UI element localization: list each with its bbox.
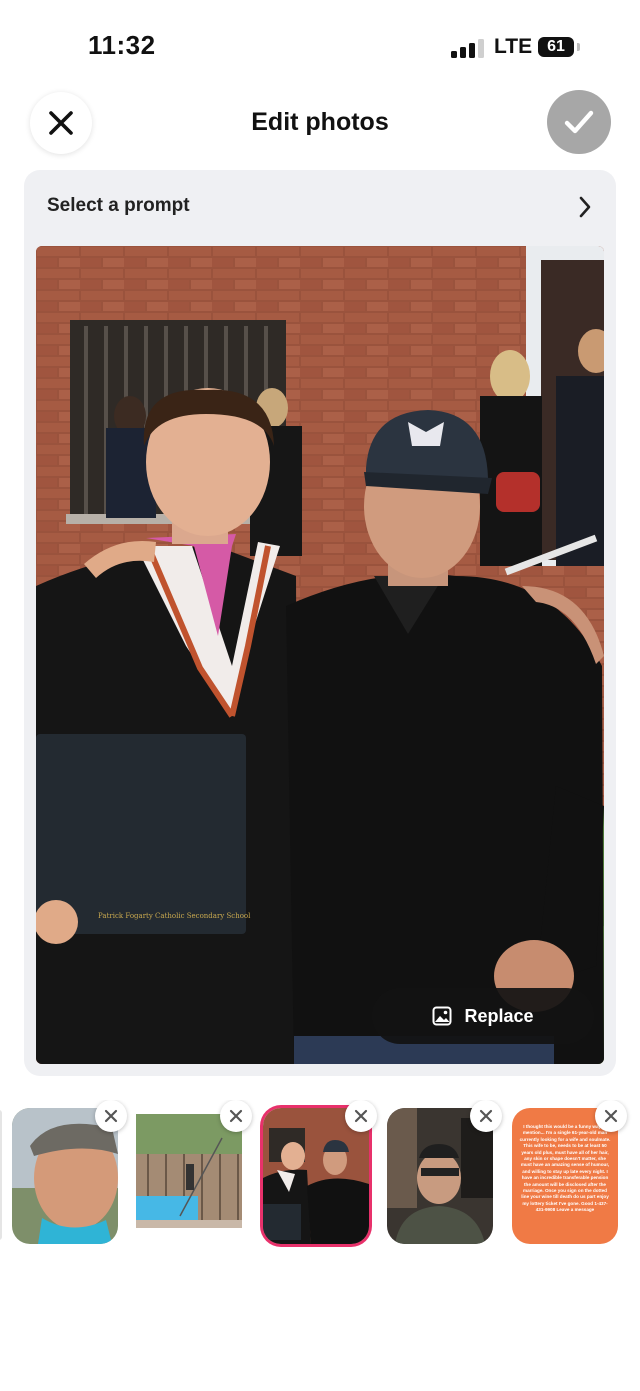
close-icon bbox=[229, 1109, 243, 1123]
battery-icon: 61 bbox=[538, 37, 580, 57]
partial-thumbnail bbox=[0, 1110, 2, 1240]
network-type: LTE bbox=[494, 35, 533, 58]
chevron-right-icon bbox=[579, 196, 591, 218]
done-button[interactable] bbox=[547, 90, 611, 154]
image-icon bbox=[432, 1006, 452, 1026]
remove-thumbnail-1-button[interactable] bbox=[95, 1100, 127, 1132]
select-prompt-row[interactable]: Select a prompt bbox=[24, 170, 616, 244]
checkmark-icon bbox=[564, 110, 594, 134]
main-photo[interactable]: Patrick Fogarty Catholic Secondary Schoo… bbox=[36, 246, 604, 1064]
photo-thumbnail-strip: I thought this would be a funny way to m… bbox=[0, 1100, 640, 1250]
remove-thumbnail-4-button[interactable] bbox=[470, 1100, 502, 1132]
replace-button[interactable]: Replace bbox=[372, 988, 594, 1044]
remove-thumbnail-3-button[interactable] bbox=[345, 1100, 377, 1132]
status-bar: 11:32 LTE 61 bbox=[0, 0, 640, 90]
battery-level: 61 bbox=[547, 38, 565, 55]
edit-card: Select a prompt Patrick Fogarty Catholic… bbox=[24, 170, 616, 1076]
close-icon bbox=[104, 1109, 118, 1123]
close-icon bbox=[479, 1109, 493, 1123]
status-time: 11:32 bbox=[88, 30, 156, 60]
close-icon bbox=[604, 1109, 618, 1123]
thumbnail-5-text: I thought this would be a funny way to m… bbox=[519, 1124, 611, 1213]
graduation-photo-image: Patrick Fogarty Catholic Secondary Schoo… bbox=[36, 246, 604, 1064]
header: Edit photos bbox=[0, 88, 640, 158]
replace-label: Replace bbox=[464, 1005, 534, 1026]
remove-thumbnail-2-button[interactable] bbox=[220, 1100, 252, 1132]
diploma-text: Patrick Fogarty Catholic Secondary Schoo… bbox=[98, 912, 251, 920]
remove-thumbnail-5-button[interactable] bbox=[595, 1100, 627, 1132]
select-prompt-label: Select a prompt bbox=[47, 195, 190, 216]
signal-icon bbox=[451, 38, 485, 58]
close-icon bbox=[354, 1109, 368, 1123]
page-title: Edit photos bbox=[251, 108, 389, 136]
